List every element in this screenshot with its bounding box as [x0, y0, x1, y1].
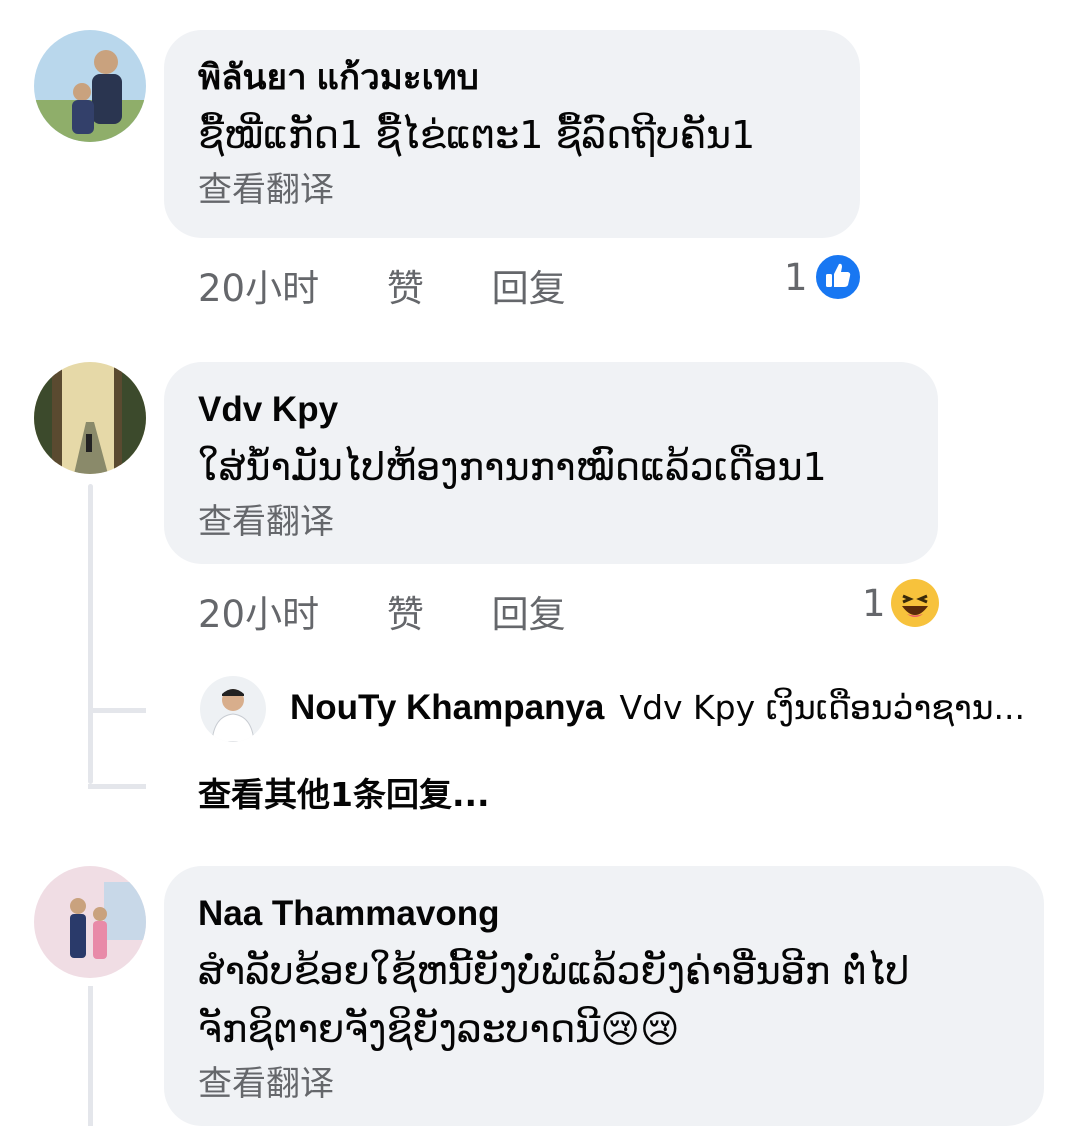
- avatar-reply[interactable]: [200, 676, 266, 742]
- reply-author[interactable]: NouTy Khampanya: [290, 688, 604, 727]
- see-translation-link[interactable]: 查看翻译: [198, 502, 904, 542]
- comment-text: ໃສ່ນ້ຳມັນໄປຫ້ອງການກາໝົດແລ້ວເດືອນ1: [198, 445, 827, 489]
- comment-bubble-2: Vdv Kpy ໃສ່ນ້ຳມັນໄປຫ້ອງການກາໝົດແລ້ວເດືອນ…: [164, 362, 938, 564]
- haha-icon[interactable]: [890, 578, 940, 628]
- like-icon[interactable]: [814, 253, 862, 301]
- reaction-count[interactable]: 1: [784, 256, 808, 299]
- avatar-comment-1[interactable]: [34, 30, 146, 142]
- see-translation-link[interactable]: 查看翻译: [198, 1064, 1010, 1104]
- comment-time[interactable]: 20小时: [198, 258, 319, 312]
- comment-bubble-3: Naa Thammavong ສໍາລັບຂ້ອຍໃຊ້ຫນີ້ຍັງບໍ່ພໍ…: [164, 866, 1044, 1126]
- comment-actions-2: 20小时 赞 回复: [198, 584, 566, 638]
- crying-emoji: 😢😢: [600, 1007, 680, 1051]
- comment-text: ຊື້ໝີ່ແກັດ1 ຊື້ໄຂ່ແຕະ1 ຊື້ລົດຖີບຄັນ1: [198, 113, 756, 157]
- like-button[interactable]: 赞: [387, 584, 424, 638]
- thread-branch: [88, 708, 146, 713]
- thread-line: [88, 484, 93, 784]
- reply-button[interactable]: 回复: [492, 258, 566, 312]
- avatar-comment-2[interactable]: [34, 362, 146, 474]
- comment-bubble-1: พิลันยา แก้วมะเทบ ຊື້ໝີ່ແກັດ1 ຊື້ໄຂ່ແຕະ1…: [164, 30, 860, 238]
- comment-text-line-2: ຈັກຊິຕາຍຈັງຊິຍັງລະບາດນີ😢😢: [198, 1000, 1010, 1058]
- comment-actions-1: 20小时 赞 回复: [198, 258, 566, 312]
- reply-button[interactable]: 回复: [492, 584, 566, 638]
- comment-time[interactable]: 20小时: [198, 584, 319, 638]
- reply-preview[interactable]: NouTy Khampanya Vdv Kpy ເງິນເດືອນວ່າຊານ.…: [290, 688, 1025, 728]
- see-translation-link[interactable]: 查看翻译: [198, 170, 826, 210]
- like-button[interactable]: 赞: [387, 258, 424, 312]
- thread-line: [88, 986, 93, 1126]
- comment-author[interactable]: Vdv Kpy: [198, 388, 904, 432]
- comment-text-line-1: ສໍາລັບຂ້ອຍໃຊ້ຫນີ້ຍັງບໍ່ພໍແລ້ວຍັງຄ່າອື່ນອ…: [198, 949, 910, 993]
- thread-branch: [88, 784, 146, 789]
- reaction-count[interactable]: 1: [862, 582, 886, 625]
- comment-author[interactable]: Naa Thammavong: [198, 892, 1010, 936]
- comment-author[interactable]: พิลันยา แก้วมะเทบ: [198, 56, 826, 100]
- view-more-replies-link[interactable]: 查看其他1条回复...: [198, 768, 490, 816]
- reply-text: Vdv Kpy ເງິນເດືອນວ່າຊານ...: [619, 688, 1025, 727]
- avatar-comment-3[interactable]: [34, 866, 146, 978]
- comment-text-line-2-text: ຈັກຊິຕາຍຈັງຊິຍັງລະບາດນີ: [198, 1007, 601, 1051]
